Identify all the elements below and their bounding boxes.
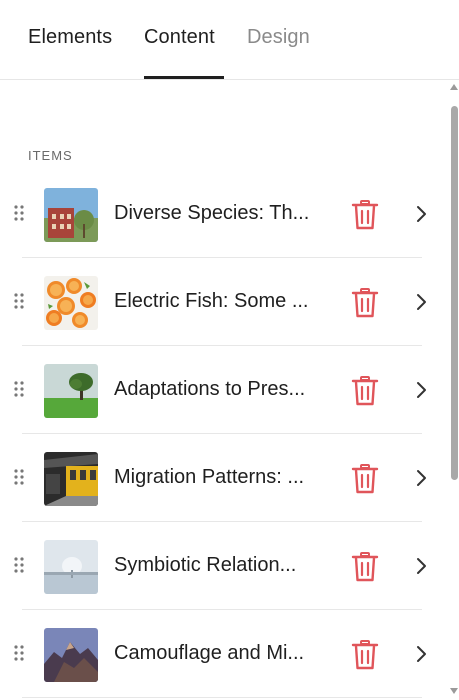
list-item[interactable]: Camouflage and Mi... bbox=[0, 610, 440, 698]
tab-content[interactable]: Content bbox=[144, 26, 215, 49]
drag-handle-icon[interactable] bbox=[13, 644, 25, 662]
trash-icon[interactable] bbox=[351, 640, 379, 670]
row-divider bbox=[22, 697, 422, 698]
chevron-right-icon[interactable] bbox=[414, 469, 430, 487]
scroll-up-arrow-icon[interactable] bbox=[450, 84, 458, 90]
list-item[interactable]: Electric Fish: Some ... bbox=[0, 258, 440, 346]
drag-handle-icon[interactable] bbox=[13, 204, 25, 222]
section-label-items: ITEMS bbox=[28, 148, 73, 163]
item-title[interactable]: Diverse Species: Th... bbox=[114, 202, 309, 225]
frozen-lake-image bbox=[44, 540, 98, 594]
trash-icon[interactable] bbox=[351, 376, 379, 406]
item-title[interactable]: Camouflage and Mi... bbox=[114, 642, 304, 665]
drag-handle-icon[interactable] bbox=[13, 380, 25, 398]
trash-icon[interactable] bbox=[351, 288, 379, 318]
item-title[interactable]: Adaptations to Pres... bbox=[114, 378, 305, 401]
tree-field-image bbox=[44, 364, 98, 418]
tab-elements[interactable]: Elements bbox=[28, 26, 112, 49]
scrollbar-thumb[interactable] bbox=[451, 106, 458, 480]
vertical-scrollbar[interactable] bbox=[448, 84, 459, 700]
tab-bar: Elements Content Design bbox=[0, 0, 459, 80]
drag-handle-icon[interactable] bbox=[13, 556, 25, 574]
drag-handle-icon[interactable] bbox=[13, 468, 25, 486]
chevron-right-icon[interactable] bbox=[414, 381, 430, 399]
scroll-down-arrow-icon[interactable] bbox=[450, 688, 458, 694]
list-item[interactable]: Diverse Species: Th... bbox=[0, 170, 440, 258]
items-list: Diverse Species: Th... Electric Fish: So… bbox=[0, 170, 440, 698]
drag-handle-icon[interactable] bbox=[13, 292, 25, 310]
active-tab-indicator bbox=[144, 76, 224, 79]
yellow-train-image bbox=[44, 452, 98, 506]
chevron-right-icon[interactable] bbox=[414, 557, 430, 575]
item-title[interactable]: Symbiotic Relation... bbox=[114, 554, 296, 577]
trash-icon[interactable] bbox=[351, 464, 379, 494]
list-item[interactable]: Symbiotic Relation... bbox=[0, 522, 440, 610]
red-building-image bbox=[44, 188, 98, 242]
chevron-right-icon[interactable] bbox=[414, 645, 430, 663]
item-title[interactable]: Electric Fish: Some ... bbox=[114, 290, 309, 313]
list-item[interactable]: Migration Patterns: ... bbox=[0, 434, 440, 522]
item-title[interactable]: Migration Patterns: ... bbox=[114, 466, 304, 489]
trash-icon[interactable] bbox=[351, 552, 379, 582]
trash-icon[interactable] bbox=[351, 200, 379, 230]
tab-design[interactable]: Design bbox=[247, 26, 310, 49]
rocky-mountain-image bbox=[44, 628, 98, 682]
chevron-right-icon[interactable] bbox=[414, 205, 430, 223]
chevron-right-icon[interactable] bbox=[414, 293, 430, 311]
list-item[interactable]: Adaptations to Pres... bbox=[0, 346, 440, 434]
orange-slices-image bbox=[44, 276, 98, 330]
